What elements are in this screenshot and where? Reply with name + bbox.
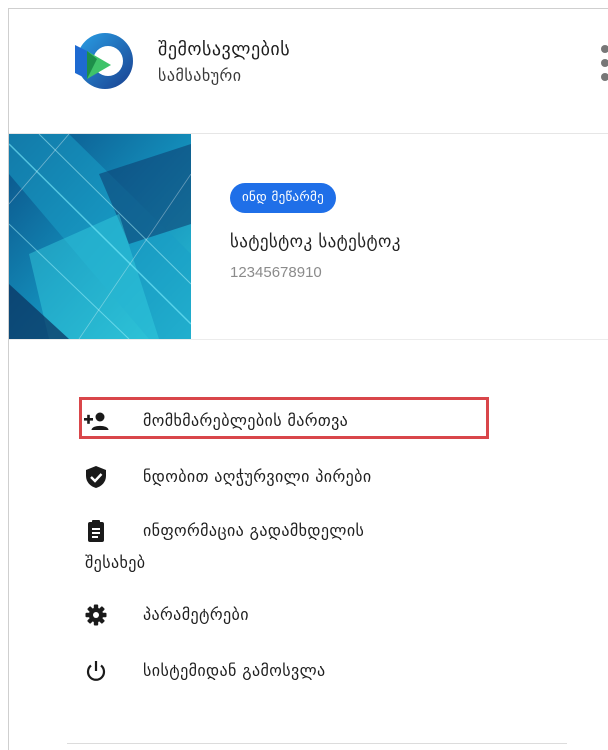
kebab-menu-icon[interactable] [601,45,608,89]
brand-title: შემოსავლების [158,39,291,60]
role-badge: ინდ მეწარმე [230,183,337,213]
shield-check-icon [86,466,106,488]
menu-item-label: პარამეტრები [143,605,249,624]
clipboard-icon [88,520,104,542]
menu-item-label: ნდობით აღჭურვილი პირები [143,467,372,486]
add-user-icon [84,412,109,430]
menu-item-label: ინფორმაცია გადამხდელის [143,521,365,540]
rs-logo-icon [75,33,133,89]
menu-item-label: სისტემიდან გამოსვლა [143,661,326,680]
menu-item-label: მომხმარებლების მართვა [143,411,349,430]
gear-icon [85,604,107,626]
profile-id-number: 12345678910 [230,264,322,281]
brand-subtitle: სამსახური [158,66,242,85]
profile-cover-image [9,134,191,339]
menu-item-label: შესახებ [85,553,146,572]
divider [67,743,567,744]
header: შემოსავლების სამსახური [9,9,608,133]
divider [9,339,608,340]
power-icon [86,661,106,681]
profile-card: ინდ მეწარმე სატესტოკ სატესტოკ 1234567891… [9,134,608,339]
side-panel: შემოსავლების სამსახური ინდ მეწარმე სატეს… [8,8,608,750]
profile-name: სატესტოკ სატესტოკ [230,232,401,252]
